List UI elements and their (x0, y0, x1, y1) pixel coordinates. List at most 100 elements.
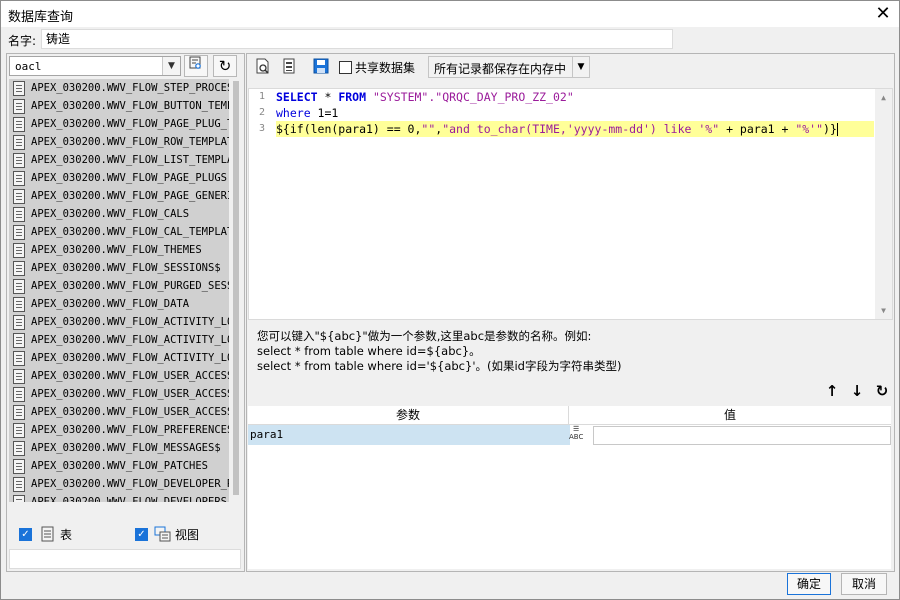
table-list-item[interactable]: APEX_030200.WWV_FLOW_THEMES (9, 241, 229, 259)
table-list-item[interactable]: APEX_030200.WWV_FLOW_PURGED_SESSI (9, 277, 229, 295)
parameter-help: 您可以键入"${abc}"做为一个参数,这里abc是参数的名称。例如: sele… (257, 329, 877, 374)
table-list-item[interactable]: APEX_030200.WWV_FLOW_ACTIVITY_LOG (9, 313, 229, 331)
connection-select[interactable]: oacl ▼ (9, 56, 181, 76)
table-list-item[interactable]: APEX_030200.WWV_FLOW_PAGE_PLUGS (9, 169, 229, 187)
move-down-icon[interactable]: ↓ (848, 382, 866, 400)
table-list-item[interactable]: APEX_030200.WWV_FLOW_LIST_TEMPLAT (9, 151, 229, 169)
cancel-button[interactable]: 取消 (841, 573, 887, 595)
tables-checkbox-row[interactable]: ✓ 表 (17, 526, 127, 544)
share-dataset-checkbox[interactable] (339, 61, 352, 74)
chevron-down-icon[interactable]: ▼ (162, 57, 180, 75)
table-icon (41, 526, 54, 542)
column-header-name: 参数 (395, 408, 420, 422)
scrollbar-thumb[interactable] (233, 81, 239, 495)
table-name: APEX_030200.WWV_FLOW_CAL_TEMPLATE (31, 226, 229, 238)
views-checkbox-row[interactable]: ✓ 视图 (133, 526, 233, 544)
chevron-down-icon[interactable]: ▼ (572, 57, 589, 77)
window-title: 数据库查询 (8, 10, 74, 25)
table-icon (13, 333, 25, 348)
editor-scrollbar[interactable]: ▲ ▼ (875, 89, 892, 319)
move-up-icon[interactable]: ↑ (823, 382, 841, 400)
sql-text: ${if(len(para1) == 0, (276, 122, 422, 136)
table-name: APEX_030200.WWV_FLOW_ACTIVITY_LOG (31, 352, 229, 364)
table-search-icon (189, 56, 201, 69)
query-dialog: 数据库查询 ✕ 名字: 铸造 oacl ▼ ↻ APEX_030200.WWV_… (0, 0, 900, 600)
table-icon (13, 369, 25, 384)
sql-code[interactable]: SELECT * FROM "SYSTEM"."QRQC_DAY_PRO_ZZ_… (276, 89, 874, 137)
tables-checkbox-label: 表 (60, 528, 73, 542)
table-list-item[interactable]: APEX_030200.WWV_FLOW_USER_ACCESS_ (9, 367, 229, 385)
parameter-row[interactable]: para1 ☰ ABC (248, 425, 891, 445)
table-name: APEX_030200.WWV_FLOW_SESSIONS$ (31, 262, 221, 274)
scroll-up-icon[interactable]: ▲ (875, 89, 892, 106)
table-name: APEX_030200.WWV_FLOW_PURGED_SESSI (31, 280, 229, 292)
table-list-item[interactable]: APEX_030200.WWV_FLOW_CALS (9, 205, 229, 223)
tables-checkbox[interactable]: ✓ (19, 528, 32, 541)
memory-mode-select[interactable]: 所有记录都保存在内存中 ▼ (428, 56, 590, 78)
table-list-item[interactable]: APEX_030200.WWV_FLOW_USER_ACCESS_ (9, 385, 229, 403)
table-icon (13, 99, 25, 114)
table-browser-panel: oacl ▼ ↻ APEX_030200.WWV_FLOW_STEP_PROCE… (6, 53, 245, 572)
sql-string: "" (421, 122, 436, 136)
sql-line-2: where 1=1 (276, 105, 874, 121)
ok-button[interactable]: 确定 (787, 573, 831, 595)
table-icon (13, 207, 25, 222)
table-list-item[interactable]: APEX_030200.WWV_FLOW_CAL_TEMPLATE (9, 223, 229, 241)
table-list-item[interactable]: APEX_030200.WWV_FLOW_PATCHES (9, 457, 229, 475)
table-icon (13, 189, 25, 204)
table-list-item[interactable]: APEX_030200.WWV_FLOW_ROW_TEMPLATE (9, 133, 229, 151)
memory-mode-value: 所有记录都保存在内存中 (434, 62, 567, 76)
view-icon (154, 526, 171, 542)
table-list-item[interactable]: APEX_030200.WWV_FLOW_STEP_PROCESS (9, 79, 229, 97)
table-name: APEX_030200.WWV_FLOW_DATA (31, 298, 190, 310)
type-selector-icon[interactable]: ☰ ABC (569, 425, 591, 445)
table-list-item[interactable]: APEX_030200.WWV_FLOW_USER_ACCESS_ (9, 403, 229, 421)
preview-button[interactable] (251, 57, 275, 79)
table-search-button[interactable] (184, 55, 208, 77)
scroll-down-icon[interactable]: ▼ (875, 302, 892, 319)
name-label: 名字: (8, 34, 37, 48)
table-icon (13, 171, 25, 186)
table-list-item[interactable]: APEX_030200.WWV_FLOW_MESSAGES$ (9, 439, 229, 457)
table-icon (13, 135, 25, 150)
views-checkbox[interactable]: ✓ (135, 528, 148, 541)
table-list-item[interactable]: APEX_030200.WWV_FLOW_DATA (9, 295, 229, 313)
table-list-item[interactable]: APEX_030200.WWV_FLOW_PREFERENCES$ (9, 421, 229, 439)
help-line: select * from table where id=${abc}。 (257, 344, 481, 358)
table-list-item[interactable]: APEX_030200.WWV_FLOW_ACTIVITY_LOG (9, 331, 229, 349)
close-icon[interactable]: ✕ (873, 4, 893, 24)
line-number: 3 (258, 123, 265, 134)
table-name: APEX_030200.WWV_FLOW_PAGE_PLUG_TE (31, 118, 229, 130)
table-list-item[interactable]: APEX_030200.WWV_FLOW_DEVELOPERS (9, 493, 229, 502)
name-input[interactable]: 铸造 (41, 29, 673, 49)
table-list-item[interactable]: APEX_030200.WWV_FLOW_SESSIONS$ (9, 259, 229, 277)
title-bar: 数据库查询 ✕ (1, 1, 899, 27)
table-name: APEX_030200.WWV_FLOW_ROW_TEMPLATE (31, 136, 229, 148)
table-list: APEX_030200.WWV_FLOW_STEP_PROCESS APEX_03… (9, 79, 229, 502)
query-editor-panel: 共享数据集 所有记录都保存在内存中 ▼ 1 2 3 SELECT * FROM … (246, 53, 895, 572)
sql-keyword: SELECT (276, 90, 318, 104)
table-name: APEX_030200.WWV_FLOW_PAGE_PLUGS (31, 172, 227, 184)
table-list-scrollbar[interactable] (231, 79, 241, 502)
table-list-item[interactable]: APEX_030200.WWV_FLOW_BUTTON_TEMPL (9, 97, 229, 115)
table-filter-input[interactable] (9, 549, 241, 569)
table-list-item[interactable]: APEX_030200.WWV_FLOW_PAGE_GENERIC (9, 187, 229, 205)
table-name: APEX_030200.WWV_FLOW_CALS (31, 208, 190, 220)
export-button[interactable] (277, 57, 301, 79)
table-name: APEX_030200.WWV_FLOW_MESSAGES$ (31, 442, 221, 454)
table-list-item[interactable]: APEX_030200.WWV_FLOW_PAGE_PLUG_TE (9, 115, 229, 133)
refresh-icon[interactable]: ↻ (213, 55, 237, 77)
table-name: APEX_030200.WWV_FLOW_LIST_TEMPLAT (31, 154, 229, 166)
save-button[interactable] (309, 57, 333, 79)
table-name: APEX_030200.WWV_FLOW_THEMES (31, 244, 202, 256)
table-icon (13, 81, 25, 96)
parameter-table: 参数 值 para1 ☰ ABC (248, 406, 891, 569)
table-name: APEX_030200.WWV_FLOW_ACTIVITY_LOG (31, 334, 229, 346)
table-list-item[interactable]: APEX_030200.WWV_FLOW_ACTIVITY_LOG (9, 349, 229, 367)
sql-editor[interactable]: 1 2 3 SELECT * FROM "SYSTEM"."QRQC_DAY_P… (248, 88, 893, 320)
parameter-table-header: 参数 值 (248, 406, 891, 425)
table-list-item[interactable]: APEX_030200.WWV_FLOW_DEVELOPER_RO (9, 475, 229, 493)
refresh-parameters-icon[interactable]: ↻ (873, 382, 891, 400)
parameter-value-input[interactable] (593, 426, 891, 445)
table-name: APEX_030200.WWV_FLOW_ACTIVITY_LOG (31, 316, 229, 328)
